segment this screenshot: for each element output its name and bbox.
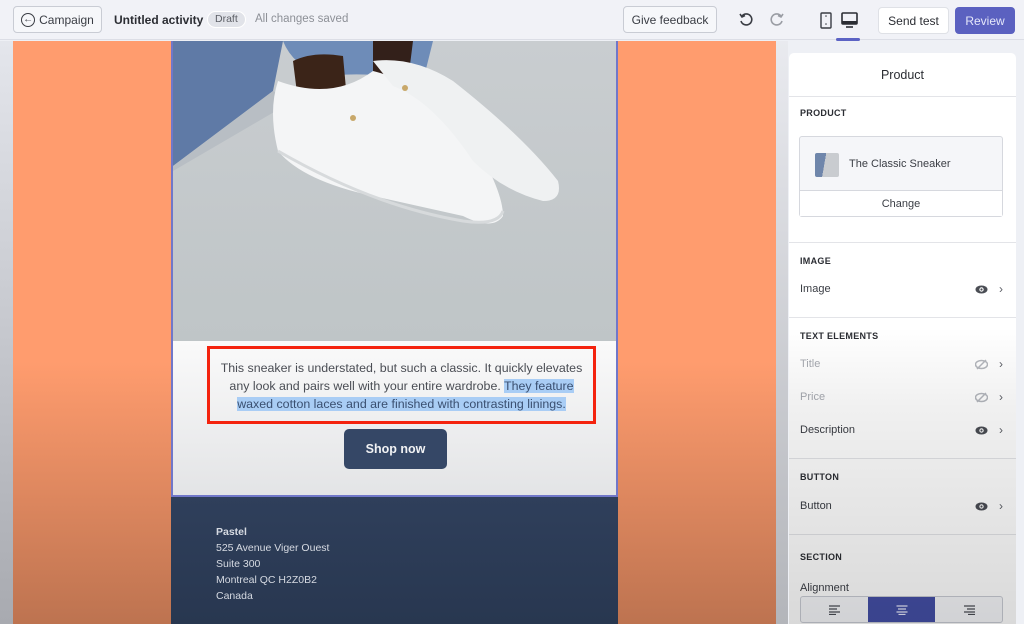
alignment-label: Alignment: [800, 582, 849, 594]
send-test-button[interactable]: Send test: [878, 7, 949, 34]
align-center-button[interactable]: [868, 597, 935, 622]
back-to-campaign-button[interactable]: ← Campaign: [13, 6, 102, 33]
product-card: The Classic Sneaker Change: [799, 136, 1003, 217]
image-section: IMAGE Image ›: [789, 243, 1016, 318]
row-label: Image: [800, 283, 831, 295]
button-section: BUTTON Button ›: [789, 459, 1016, 535]
eye-icon[interactable]: [974, 423, 988, 437]
redo-icon: [770, 13, 784, 26]
footer-company: Pastel: [216, 526, 247, 538]
section-label: SECTION: [800, 552, 843, 562]
save-status: All changes saved: [255, 13, 349, 25]
product-name: The Classic Sneaker: [849, 158, 951, 170]
activity-title[interactable]: Untitled activity: [114, 13, 203, 27]
canvas-gutter: [0, 41, 13, 624]
undo-button[interactable]: [735, 9, 757, 31]
sneaker-photo: [173, 41, 616, 341]
align-left-icon: [828, 604, 840, 615]
give-feedback-button[interactable]: Give feedback: [623, 6, 717, 33]
change-product-button[interactable]: Change: [800, 190, 1002, 216]
canvas-gutter-right: [776, 41, 788, 624]
description-row[interactable]: Description ›: [800, 420, 1005, 440]
redo-button[interactable]: [766, 9, 788, 31]
review-button[interactable]: Review: [955, 7, 1015, 34]
align-right-button[interactable]: [935, 597, 1002, 622]
email-preview: This sneaker is understated, but such a …: [171, 41, 618, 624]
alignment-toggle-group: [800, 596, 1003, 623]
settings-panel: Product PRODUCT The Classic Sneaker Chan…: [789, 53, 1016, 624]
panel-title: Product: [789, 53, 1016, 97]
price-row[interactable]: Price ›: [800, 387, 1005, 407]
active-device-indicator: [836, 38, 860, 41]
shop-now-button[interactable]: Shop now: [344, 429, 447, 469]
button-row[interactable]: Button ›: [800, 496, 1005, 516]
eye-icon[interactable]: [974, 499, 988, 513]
email-footer[interactable]: Pastel 525 Avenue Viger Ouest Suite 300 …: [171, 497, 618, 624]
eye-icon[interactable]: [974, 282, 988, 296]
chevron-right-icon: ›: [999, 357, 1003, 371]
back-label: Campaign: [39, 12, 94, 27]
chevron-right-icon: ›: [999, 282, 1003, 296]
footer-address-line: Montreal QC H2Z0B2: [216, 574, 317, 586]
row-label: Description: [800, 424, 856, 436]
layout-section: SECTION Alignment: [789, 535, 1016, 624]
chevron-right-icon: ›: [999, 499, 1003, 513]
chevron-right-icon: ›: [999, 423, 1003, 437]
product-image[interactable]: [171, 41, 618, 341]
product-block[interactable]: This sneaker is understated, but such a …: [171, 341, 618, 497]
section-label: PRODUCT: [800, 108, 847, 118]
row-label: Button: [800, 500, 832, 512]
undo-icon: [739, 13, 753, 26]
mobile-icon: [820, 11, 832, 29]
row-label: Price: [800, 391, 826, 403]
desktop-icon: [840, 12, 858, 28]
align-center-icon: [896, 604, 907, 615]
image-row[interactable]: Image ›: [800, 279, 1005, 299]
arrow-left-circle-icon: ←: [21, 12, 36, 27]
section-label: IMAGE: [800, 256, 832, 266]
mobile-preview-button[interactable]: [815, 9, 837, 31]
top-bar: ← Campaign Untitled activity Draft All c…: [0, 0, 1024, 41]
product-description[interactable]: This sneaker is understated, but such a …: [210, 359, 593, 413]
footer-address-line: Canada: [216, 590, 253, 602]
row-label: Title: [800, 358, 821, 370]
footer-address: Pastel 525 Avenue Viger Ouest Suite 300 …: [216, 524, 329, 604]
product-thumbnail: [815, 153, 839, 177]
eye-off-icon[interactable]: [974, 390, 988, 404]
description-highlight: This sneaker is understated, but such a …: [207, 346, 596, 424]
title-row[interactable]: Title ›: [800, 354, 1005, 374]
section-label: TEXT ELEMENTS: [800, 331, 879, 341]
section-label: BUTTON: [800, 472, 840, 482]
footer-address-line: Suite 300: [216, 558, 261, 570]
desktop-preview-button[interactable]: [838, 9, 860, 31]
chevron-right-icon: ›: [999, 390, 1003, 404]
align-left-button[interactable]: [801, 597, 868, 622]
footer-address-line: 525 Avenue Viger Ouest: [216, 542, 330, 554]
status-badge: Draft: [207, 11, 246, 28]
text-elements-section: TEXT ELEMENTS Title › Price › Descriptio…: [789, 318, 1016, 459]
align-right-icon: [963, 604, 975, 615]
product-section: PRODUCT The Classic Sneaker Change: [789, 97, 1016, 243]
eye-off-icon[interactable]: [974, 357, 988, 371]
